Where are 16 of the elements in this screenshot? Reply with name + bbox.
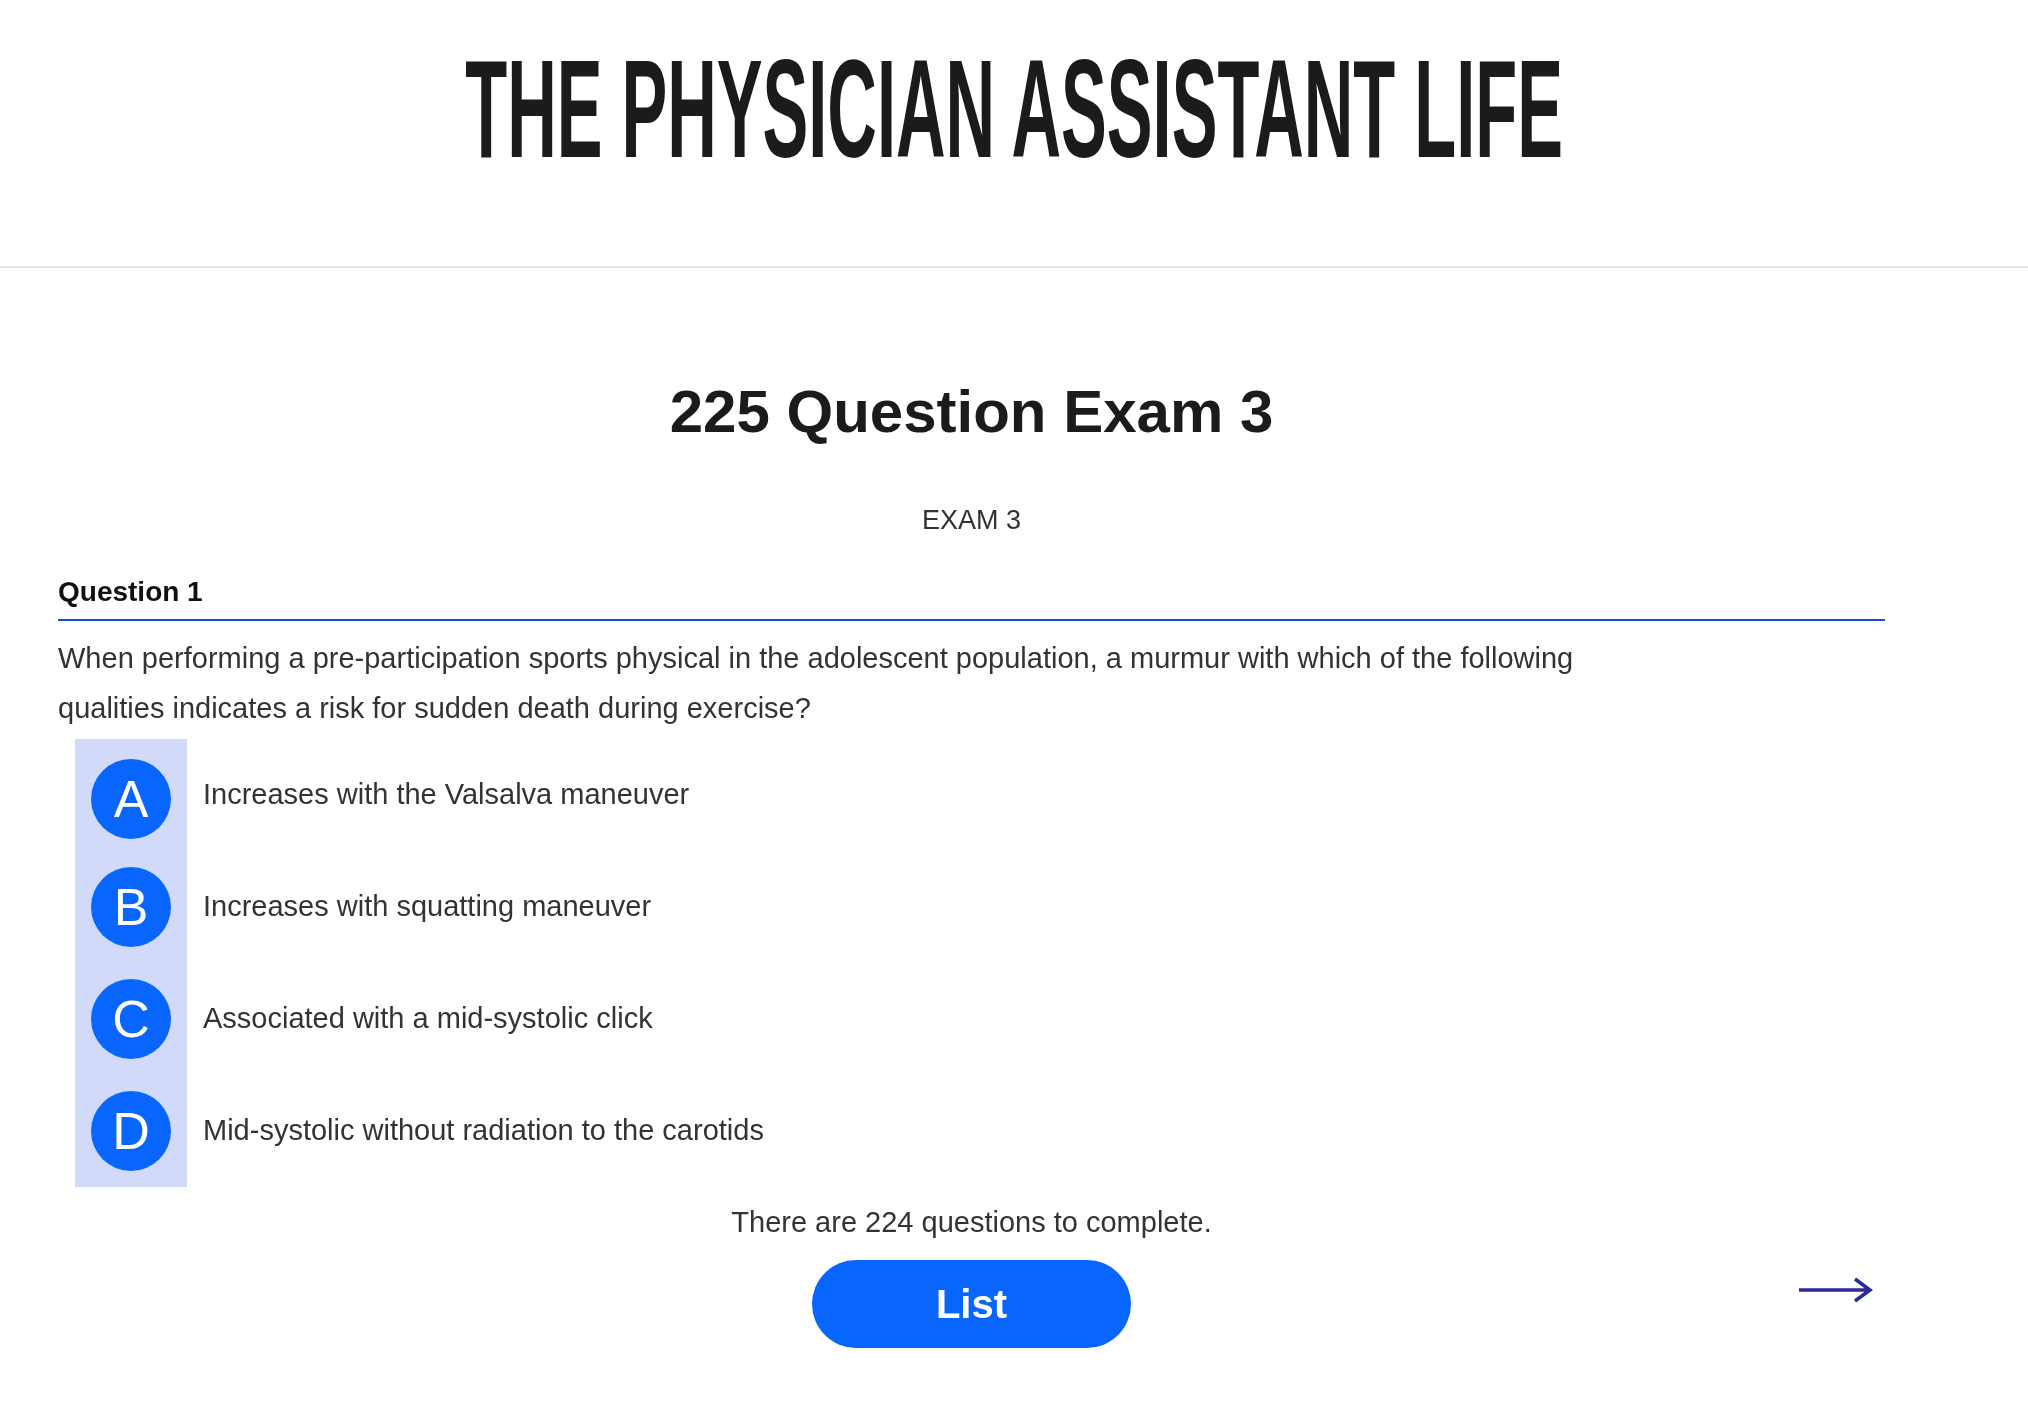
question-label: Question 1 — [58, 575, 203, 607]
exam-title: 225 Question Exam 3 — [668, 377, 1275, 447]
exam-subtitle: EXAM 3 — [921, 504, 1021, 537]
option-letter-button[interactable]: D — [91, 1090, 171, 1171]
option-text: Associated with a mid-systolic click — [203, 1000, 653, 1036]
question-text: When performing a pre-participation sports physical in the adolescent population, a murmur with which of the following qualities indicates a risk for sudden death during exercise? — [58, 640, 1575, 726]
option-text: Increases with squatting maneuver — [203, 888, 652, 924]
option-text: Mid-systolic without radiation to the carotids — [203, 1112, 764, 1148]
remaining-count-text: There are 224 questions to complete. — [731, 1204, 1212, 1240]
option-letter-button[interactable]: A — [91, 758, 171, 839]
list-button[interactable]: List — [812, 1260, 1131, 1348]
option-letter-button[interactable]: C — [91, 978, 171, 1059]
option-text: Increases with the Valsalva maneuver — [203, 776, 690, 812]
site-title[interactable]: THE PHYSICIAN ASSISTANT LIFE — [465, 34, 1563, 184]
next-arrow-icon[interactable] — [1797, 1276, 1873, 1304]
option-letter-button[interactable]: B — [91, 866, 171, 947]
